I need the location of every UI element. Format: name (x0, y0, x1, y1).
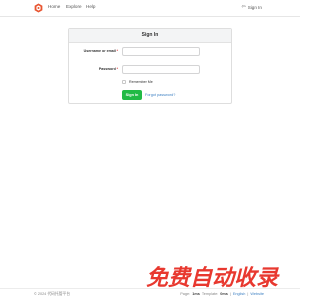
signin-panel: Sign In Username or email* Password* Rem… (68, 28, 232, 104)
nav-help-link[interactable]: Help (86, 4, 95, 9)
nav-explore-link[interactable]: Explore (66, 4, 82, 9)
signin-submit-button[interactable]: Sign In (122, 90, 142, 100)
footer-separator: | (247, 292, 249, 296)
required-mark: * (116, 49, 118, 53)
remember-me-checkbox[interactable] (122, 80, 126, 84)
signin-panel-title: Sign In (69, 29, 231, 43)
password-label: Password* (66, 67, 118, 71)
page-time-value: 1ms (192, 292, 200, 296)
footer-separator: | (229, 292, 231, 296)
nav-home-link[interactable]: Home (48, 4, 60, 9)
password-field[interactable] (122, 65, 200, 74)
required-mark: * (116, 67, 118, 71)
footer: © 2024 代码托管平台 Page: 1ms Template: 0ms | … (0, 290, 300, 300)
username-label-text: Username or email (83, 49, 116, 53)
remember-me-label: Remember Me (129, 80, 153, 84)
footer-divider (0, 288, 300, 289)
nav-signin-link[interactable]: ⇦ Sign In (241, 4, 262, 10)
template-time-label: Template: (201, 292, 219, 296)
username-label: Username or email* (66, 49, 118, 53)
page-time-label: Page: (180, 292, 191, 296)
watermark-text: 免费自动收录 (146, 266, 280, 290)
nav-signin-label: Sign In (247, 4, 262, 10)
forgot-password-link[interactable]: Forgot password? (145, 93, 175, 97)
watermark-banner: 免费自动收录 (146, 266, 280, 290)
template-time-value: 0ms (220, 292, 228, 296)
password-label-text: Password (98, 67, 116, 71)
gitea-logo-icon[interactable] (34, 3, 43, 13)
top-navbar: Home Explore Help ⇦ Sign In (0, 0, 300, 16)
footer-meta: Page: 1ms Template: 0ms | English | Webs… (180, 292, 264, 296)
footer-copyright: © 2024 代码托管平台 (34, 292, 71, 296)
remember-me-row[interactable]: Remember Me (122, 80, 153, 84)
nav-divider (0, 16, 300, 17)
language-selector[interactable]: English (233, 292, 245, 296)
sign-in-icon: ⇦ (241, 4, 246, 10)
username-field[interactable] (122, 47, 200, 56)
website-link[interactable]: Website (250, 292, 264, 296)
